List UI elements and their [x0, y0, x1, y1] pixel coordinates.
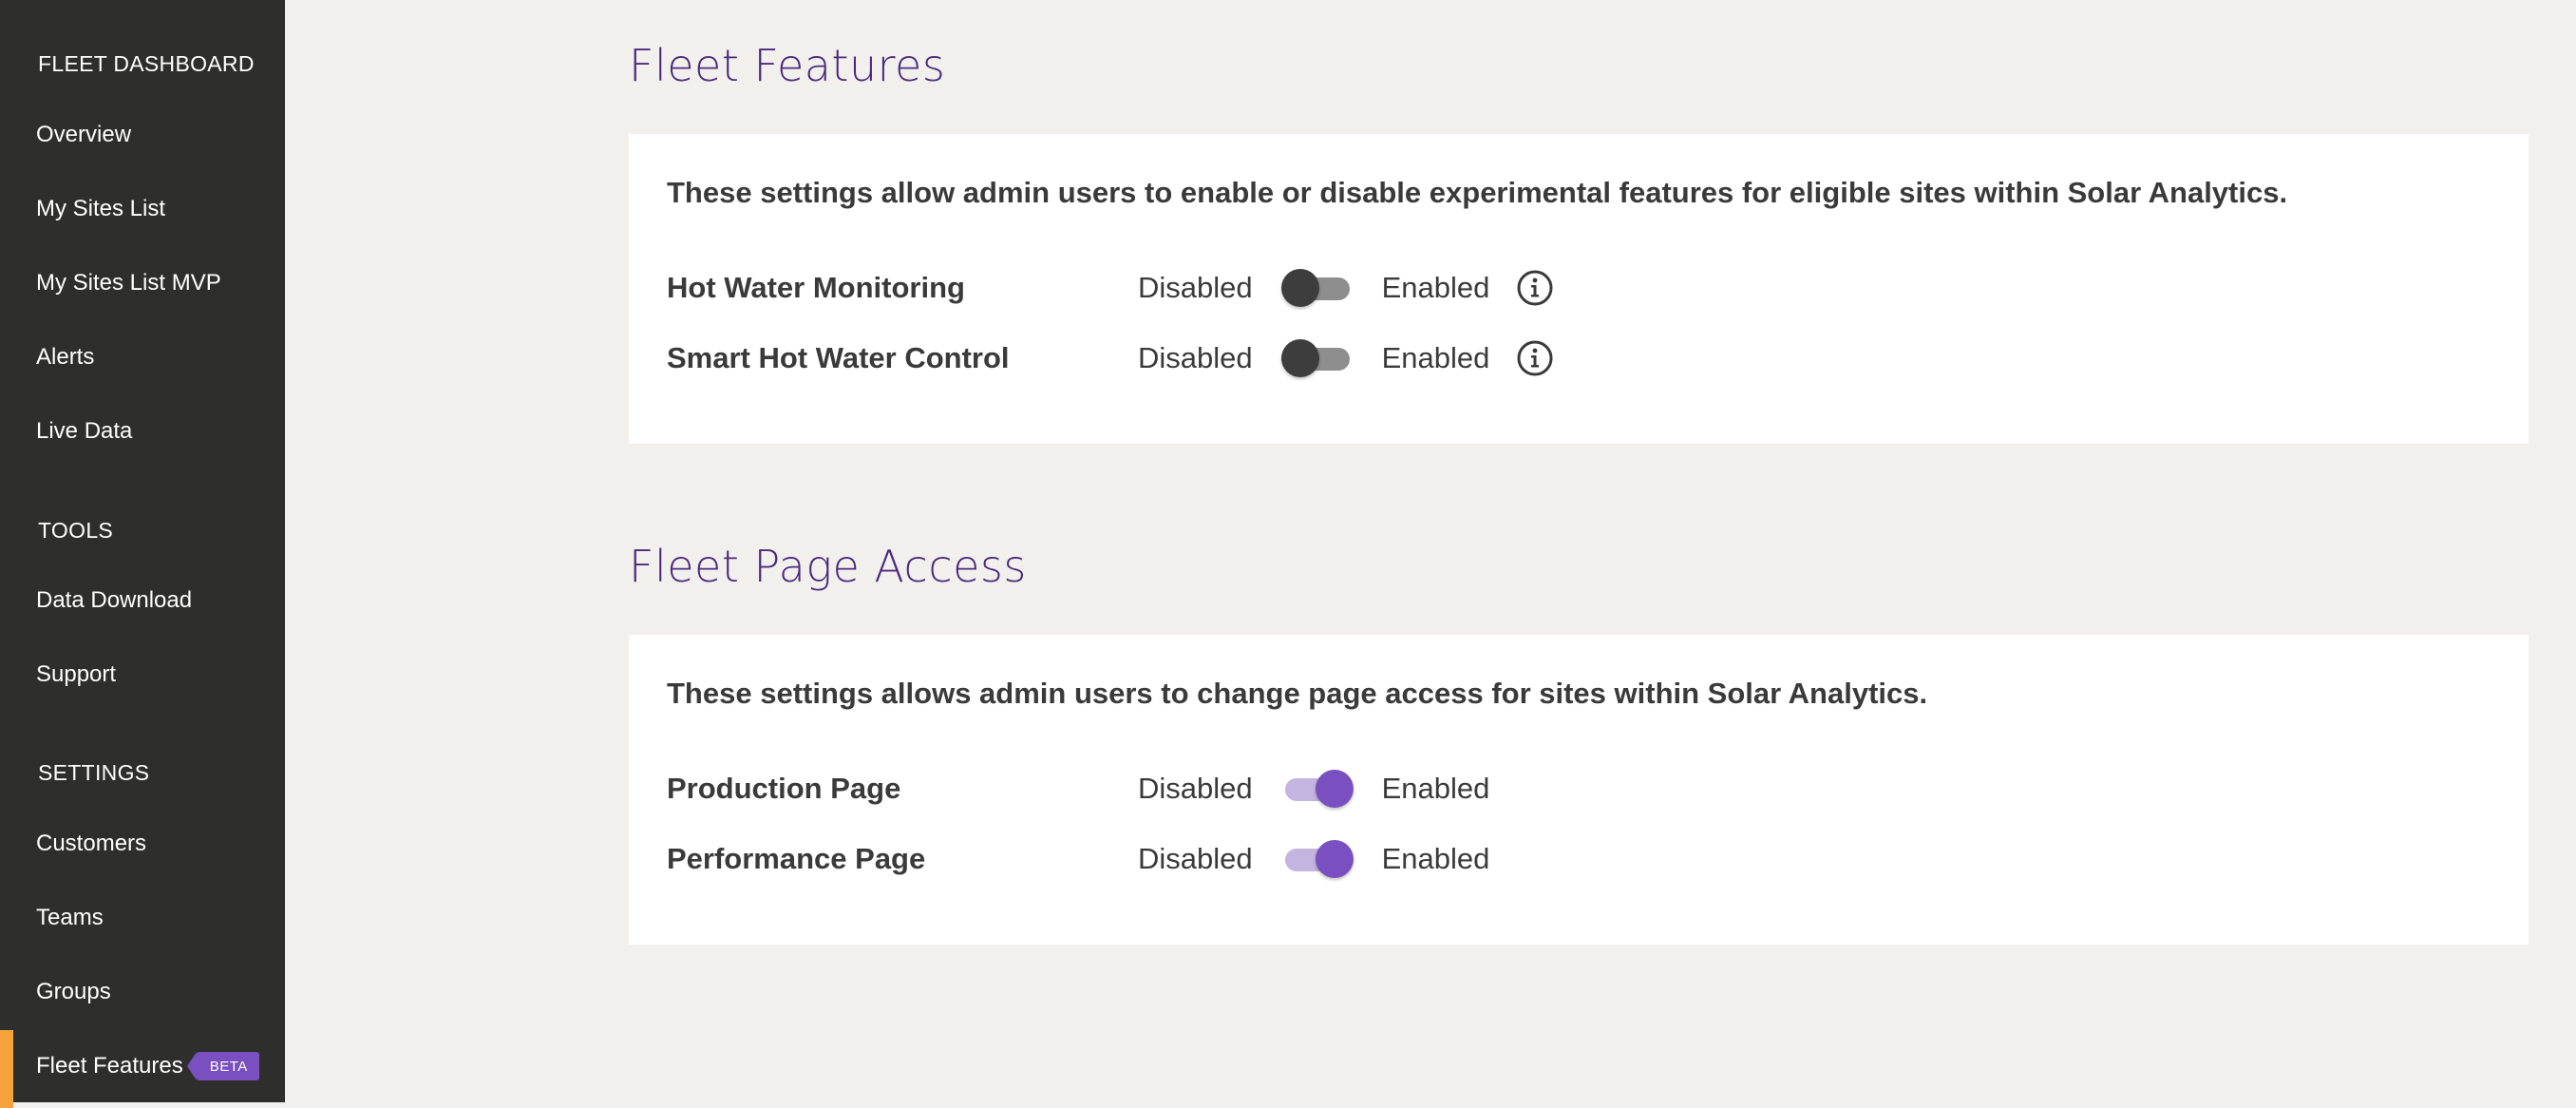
sidebar-section-tools: TOOLS — [38, 518, 114, 543]
page-row-performance: Performance Page Disabled Enabled — [667, 835, 2472, 883]
sidebar-item-alerts[interactable]: Alerts — [0, 331, 285, 384]
enabled-label: Enabled — [1381, 842, 1490, 875]
performance-page-toggle[interactable] — [1281, 840, 1354, 878]
toggle-knob — [1280, 269, 1319, 307]
beta-badge: BETA — [186, 1052, 259, 1080]
sidebar-item-my-sites-list-mvp[interactable]: My Sites List MVP — [0, 257, 285, 310]
sidebar-section-settings: SETTINGS — [38, 760, 150, 785]
sidebar-item-fleet-features-label: Fleet Features — [36, 1053, 183, 1079]
enabled-label: Enabled — [1381, 341, 1490, 374]
feature-row-hot-water-monitoring: Hot Water Monitoring Disabled Enabled — [667, 264, 2472, 312]
info-circle-icon[interactable] — [1516, 339, 1554, 377]
sidebar-item-my-sites-list[interactable]: My Sites List — [0, 182, 285, 236]
sidebar-section-fleet-dashboard: FLEET DASHBOARD — [38, 51, 255, 76]
disabled-label: Disabled — [1138, 772, 1253, 805]
toggle-knob — [1315, 770, 1354, 808]
fleet-page-access-title: Fleet Page Access — [629, 541, 1027, 592]
toggle-knob — [1315, 840, 1354, 878]
enabled-label: Enabled — [1381, 772, 1490, 805]
sidebar-item-groups[interactable]: Groups — [0, 965, 285, 1019]
sidebar-item-customers[interactable]: Customers — [0, 817, 285, 870]
sidebar: FLEET DASHBOARD Overview My Sites List M… — [0, 0, 285, 1108]
production-page-toggle[interactable] — [1281, 770, 1354, 808]
sidebar-item-live-data[interactable]: Live Data — [0, 405, 285, 458]
sidebar-item-fleet-features[interactable]: Fleet Features BETA — [0, 1030, 285, 1108]
disabled-label: Disabled — [1138, 842, 1253, 875]
page-row-production: Production Page Disabled Enabled — [667, 765, 2472, 812]
sidebar-item-support[interactable]: Support — [0, 648, 285, 701]
feature-row-smart-hot-water-control: Smart Hot Water Control Disabled Enabled — [667, 334, 2472, 382]
smart-hot-water-control-toggle[interactable] — [1280, 339, 1354, 377]
disabled-label: Disabled — [1138, 341, 1253, 374]
page-label: Production Page — [667, 772, 901, 805]
fleet-features-card: These settings allow admin users to enab… — [629, 134, 2529, 444]
sidebar-item-overview[interactable]: Overview — [0, 108, 285, 162]
fleet-page-access-card: These settings allows admin users to cha… — [629, 635, 2529, 945]
feature-label: Hot Water Monitoring — [667, 271, 965, 304]
sidebar-item-data-download[interactable]: Data Download — [0, 574, 285, 627]
hot-water-monitoring-toggle[interactable] — [1280, 269, 1354, 307]
info-circle-icon[interactable] — [1516, 269, 1554, 307]
fleet-page-access-description: These settings allows admin users to cha… — [667, 677, 1928, 710]
page-label: Performance Page — [667, 842, 926, 875]
sidebar-item-teams[interactable]: Teams — [0, 891, 285, 945]
fleet-features-description: These settings allow admin users to enab… — [667, 176, 2288, 209]
disabled-label: Disabled — [1138, 271, 1253, 304]
enabled-label: Enabled — [1381, 271, 1490, 304]
fleet-features-title: Fleet Features — [629, 40, 946, 91]
feature-label: Smart Hot Water Control — [667, 341, 1010, 374]
toggle-knob — [1280, 339, 1319, 377]
